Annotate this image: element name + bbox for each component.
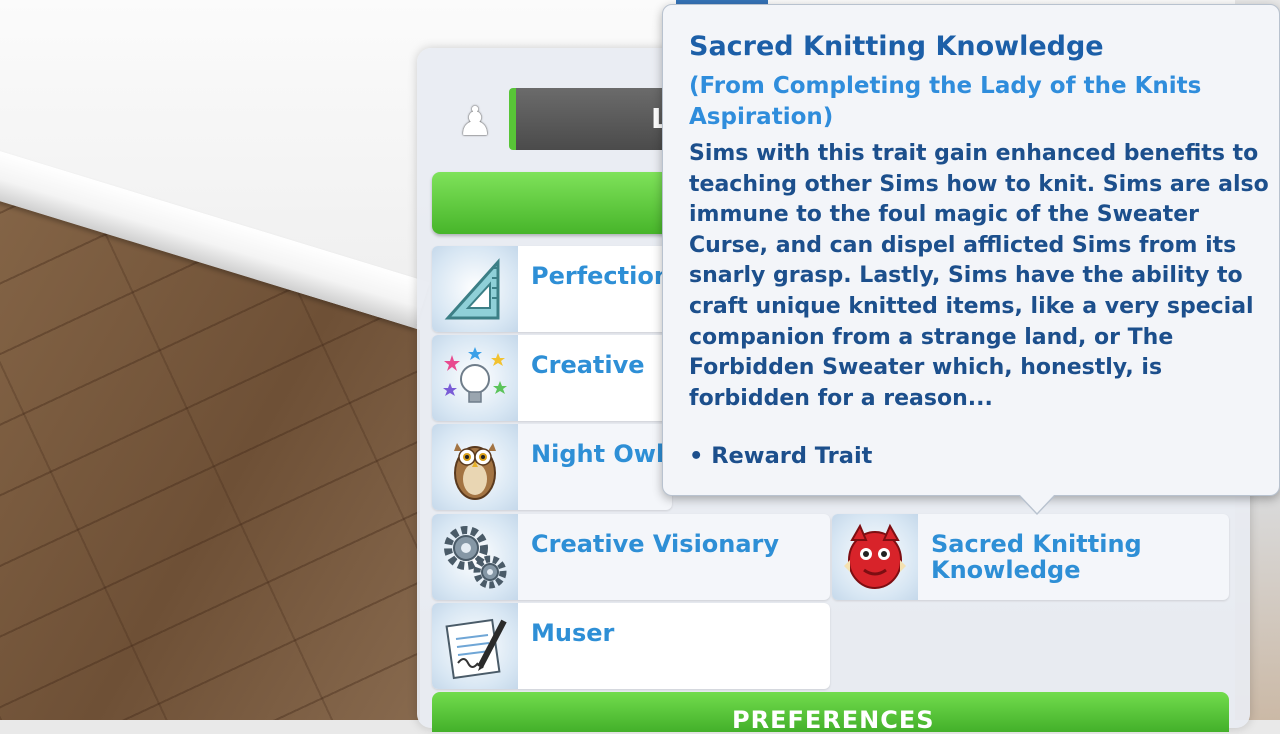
red-knit-creature-icon [832,514,918,600]
gears-icon [432,514,518,600]
sim-name-bar[interactable]: L [509,88,676,150]
trait-night-owl[interactable]: Night Owl [432,424,672,510]
trait-sacred-knitting-knowledge[interactable]: Sacred Knitting Knowledge [832,514,1229,600]
trait-label: Creative [531,351,645,379]
trait-creative-visionary[interactable]: Creative Visionary [432,514,830,600]
owl-icon [432,424,518,510]
preferences-label: PREFERENCES [732,706,935,734]
trait-creative[interactable]: Creative [432,335,672,421]
trait-label: Perfectionist [531,262,672,290]
tooltip-subtitle: (From Completing the Lady of the Knits A… [689,73,1202,130]
lightbulb-stars-icon [432,335,518,421]
trait-label: Night Owl [531,440,665,468]
sim-person-icon[interactable]: ♟ [455,92,495,152]
trait-label: Sacred Knitting Knowledge [931,530,1142,584]
traits-tab-button[interactable] [432,172,672,234]
tooltip-bullet: • Reward Trait [689,443,873,469]
tooltip-description: Sims with this trait gain enhanced benef… [689,141,1269,411]
trait-label: Creative Visionary [531,530,780,558]
preferences-bar[interactable]: PREFERENCES [432,692,1229,734]
trait-tooltip: Sacred Knitting Knowledge (From Completi… [662,4,1280,515]
trait-label: Muser [531,619,615,647]
trait-muser[interactable]: Muser [432,603,830,689]
tooltip-title: Sacred Knitting Knowledge [689,31,1104,62]
trait-perfectionist[interactable]: Perfectionist [432,246,672,332]
notepad-pen-icon [432,603,518,689]
set-square-ruler-icon [432,246,518,332]
